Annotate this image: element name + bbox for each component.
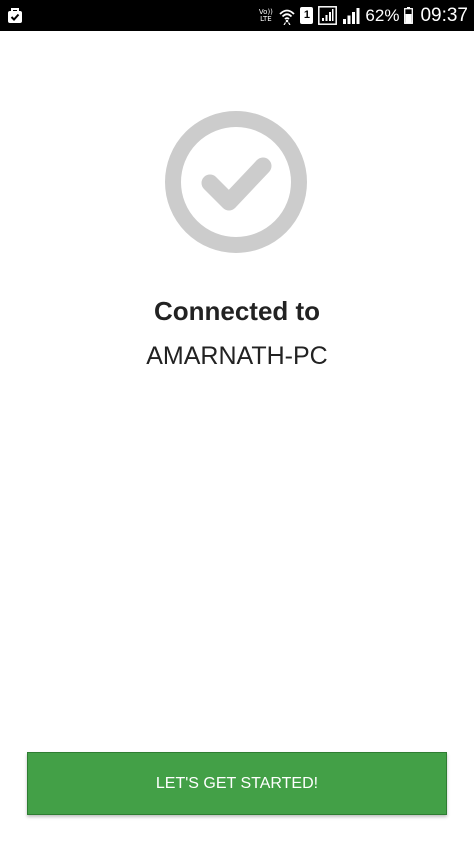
device-name: AMARNATH-PC (146, 342, 328, 370)
sim-card-icon: 1 (300, 7, 314, 24)
battery-percentage: 62% (365, 5, 400, 25)
battery-icon (404, 7, 414, 24)
notification-bag-icon (8, 8, 22, 23)
status-icons: Vo)) LTE 1 62% 09:37 (257, 0, 468, 31)
check-circle-icon (165, 111, 307, 253)
get-started-button[interactable]: LET'S GET STARTED! (27, 752, 447, 815)
sim-signal-icon (318, 6, 338, 25)
wifi-icon (279, 9, 296, 25)
connection-title: Connected to (153, 296, 321, 326)
clock: 09:37 (420, 4, 468, 26)
get-started-label: LET'S GET STARTED! (155, 774, 319, 792)
status-bar: Vo)) LTE 1 62% 09:37 (0, 0, 474, 31)
volte-indicator: Vo)) LTE (258, 7, 273, 23)
signal-icon (343, 8, 360, 24)
